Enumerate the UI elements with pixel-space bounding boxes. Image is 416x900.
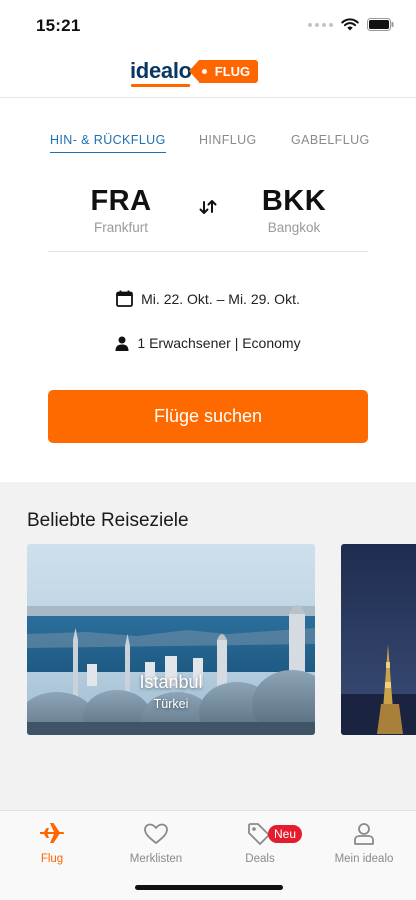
origin-airport[interactable]: FRA Frankfurt <box>61 184 181 235</box>
origin-city: Frankfurt <box>93 220 148 235</box>
search-flights-button[interactable]: Flüge suchen <box>48 390 368 443</box>
person-icon <box>115 336 129 351</box>
nav-label-mein-idealo: Mein idealo <box>334 853 394 865</box>
card-country: Türkei <box>153 697 189 711</box>
logo-text: idealo <box>130 58 192 87</box>
date-selector[interactable]: Mi. 22. Okt. – Mi. 29. Okt. <box>0 290 416 307</box>
destination-card-istanbul[interactable]: Istanbul Türkei <box>27 544 315 735</box>
swap-airports-button[interactable] <box>197 197 219 219</box>
nav-item-flug[interactable]: Flug <box>0 821 104 865</box>
tab-one-way[interactable]: HINFLUG <box>199 133 257 147</box>
bangkok-image <box>341 544 416 735</box>
popular-destinations-title: Beliebte Reiseziele <box>27 510 189 531</box>
passenger-selector[interactable]: 1 Erwachsener | Economy <box>0 335 416 351</box>
status-bar: 15:21 <box>0 0 416 50</box>
home-indicator <box>135 885 283 890</box>
heart-icon <box>144 823 168 844</box>
nav-label-merklisten: Merklisten <box>129 853 183 865</box>
plane-icon <box>40 823 65 843</box>
destination-airport[interactable]: BKK Bangkok <box>234 184 354 235</box>
route-selector: FRA Frankfurt BKK Bangkok <box>48 184 368 252</box>
nav-item-merklisten[interactable]: Merklisten <box>104 821 208 865</box>
nav-item-deals[interactable]: Neu Deals <box>208 821 312 865</box>
origin-code: FRA <box>90 185 152 217</box>
passenger-text: 1 Erwachsener | Economy <box>137 335 301 351</box>
tab-multi-city[interactable]: GABELFLUG <box>291 133 370 147</box>
logo-tag: FLUG <box>188 59 259 83</box>
flight-search-card: HIN- & RÜCKFLUG HINFLUG GABELFLUG FRA Fr… <box>0 98 416 482</box>
signal-icon <box>308 22 333 27</box>
nav-item-mein-idealo[interactable]: Mein idealo <box>312 821 416 865</box>
app-header: idealo FLUG <box>0 50 416 98</box>
swap-arrows-icon <box>199 200 217 214</box>
tab-round-trip[interactable]: HIN- & RÜCKFLUG <box>50 133 166 153</box>
card-city: Istanbul <box>139 672 203 692</box>
status-time: 15:21 <box>36 16 81 35</box>
destination-city: Bangkok <box>267 220 321 235</box>
nav-label-deals: Deals <box>245 853 275 865</box>
trip-type-tabs: HIN- & RÜCKFLUG HINFLUG GABELFLUG <box>0 133 416 155</box>
date-range-text: Mi. 22. Okt. – Mi. 29. Okt. <box>141 290 300 307</box>
calendar-icon <box>116 290 134 307</box>
idealo-flug-logo: idealo FLUG <box>130 58 259 87</box>
nav-label-flug: Flug <box>40 853 64 865</box>
battery-icon <box>367 18 394 31</box>
destination-code: BKK <box>261 185 327 217</box>
deals-new-badge: Neu <box>268 825 303 843</box>
user-icon <box>354 823 374 845</box>
status-icons <box>308 18 394 31</box>
destination-card-bangkok[interactable] <box>341 544 416 735</box>
wifi-icon <box>341 18 359 31</box>
